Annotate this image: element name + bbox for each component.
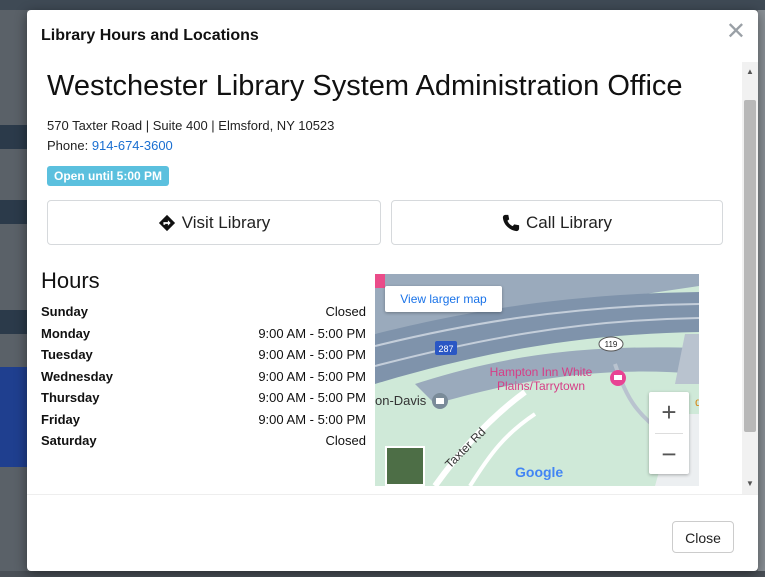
library-hours-modal: Library Hours and Locations ✕ Westcheste…	[27, 10, 758, 571]
background-page-left	[0, 10, 27, 577]
hours-time: Closed	[325, 304, 366, 319]
shield-287-label: 287	[438, 344, 453, 354]
call-library-label: Call Library	[526, 212, 612, 232]
background-banner	[0, 367, 27, 467]
google-logo: Google	[515, 464, 563, 480]
hours-day: Sunday	[41, 304, 88, 319]
address: 570 Taxter Road | Suite 400 | Elmsford, …	[47, 118, 335, 133]
hours-table: Sunday Closed Monday 9:00 AM - 5:00 PM T…	[41, 304, 366, 455]
hours-row: Saturday Closed	[41, 433, 366, 455]
hours-day: Friday	[41, 411, 81, 427]
visit-library-label: Visit Library	[181, 212, 271, 232]
location-map[interactable]: 287 119 Hampton Inn White Plains/Tarryto…	[375, 274, 699, 486]
hours-heading: Hours	[41, 268, 100, 293]
modal-scrollbar[interactable]: ▲ ▼	[742, 62, 758, 494]
davis-label: on-Davis	[375, 393, 427, 408]
hours-time: 9:00 AM - 5:00 PM	[258, 347, 366, 362]
office-name: Westchester Library System Administratio…	[47, 70, 683, 102]
modal-body: Westchester Library System Administratio…	[27, 62, 758, 494]
view-larger-map-link[interactable]: View larger map	[385, 286, 502, 312]
visit-library-button[interactable]: Visit Library	[47, 200, 381, 245]
hours-day: Saturday	[41, 433, 97, 448]
background-page-right	[758, 10, 765, 577]
svg-text:d: d	[695, 395, 699, 409]
phone-label: Phone:	[47, 138, 89, 153]
modal-footer-divider	[27, 494, 758, 495]
phone-line: Phone: 914-674-3600	[47, 138, 173, 153]
hours-row: Sunday Closed	[41, 304, 366, 326]
hours-time: 9:00 AM - 5:00 PM	[258, 325, 366, 341]
background-header	[0, 0, 765, 10]
hours-row: Wednesday 9:00 AM - 5:00 PM	[41, 369, 366, 391]
call-library-button[interactable]: Call Library	[391, 200, 723, 245]
hours-time: 9:00 AM - 5:00 PM	[258, 411, 366, 427]
google-logo-text: Google	[515, 464, 564, 480]
hours-row: Tuesday 9:00 AM - 5:00 PM	[41, 347, 366, 369]
scroll-down-icon[interactable]: ▼	[742, 476, 758, 492]
zoom-out-button[interactable]: −	[649, 434, 689, 474]
background-stripe	[0, 310, 27, 334]
zoom-controls: + −	[649, 392, 689, 474]
hours-day: Thursday	[41, 390, 100, 405]
hours-day: Monday	[41, 325, 91, 341]
background-stripe	[0, 125, 27, 149]
hampton-label-2: Plains/Tarrytown	[497, 379, 585, 393]
hours-time: 9:00 AM - 5:00 PM	[258, 368, 366, 384]
hours-row: Monday 9:00 AM - 5:00 PM	[41, 326, 366, 348]
close-icon[interactable]: ✕	[726, 20, 746, 44]
scroll-thumb[interactable]	[744, 100, 756, 432]
close-button[interactable]: Close	[672, 521, 734, 553]
hours-time: Closed	[325, 433, 366, 448]
shield-119-label: 119	[605, 340, 618, 349]
hours-row: Friday 9:00 AM - 5:00 PM	[41, 412, 366, 434]
background-footer	[0, 571, 765, 577]
zoom-in-button[interactable]: +	[649, 392, 689, 432]
hampton-label-1: Hampton Inn White	[490, 365, 593, 379]
hours-row: Thursday 9:00 AM - 5:00 PM	[41, 390, 366, 412]
hours-day: Tuesday	[41, 347, 93, 362]
satellite-toggle[interactable]	[385, 446, 425, 486]
status-badge: Open until 5:00 PM	[47, 166, 170, 186]
phone-link[interactable]: 914-674-3600	[92, 138, 173, 153]
phone-icon	[502, 214, 520, 231]
hours-day: Wednesday	[41, 368, 114, 384]
modal-title: Library Hours and Locations	[41, 27, 259, 44]
modal-header: Library Hours and Locations ✕	[27, 10, 758, 62]
scroll-up-icon[interactable]: ▲	[742, 64, 758, 80]
hours-time: 9:00 AM - 5:00 PM	[258, 390, 366, 405]
directions-icon	[158, 214, 175, 231]
background-stripe	[0, 200, 27, 224]
